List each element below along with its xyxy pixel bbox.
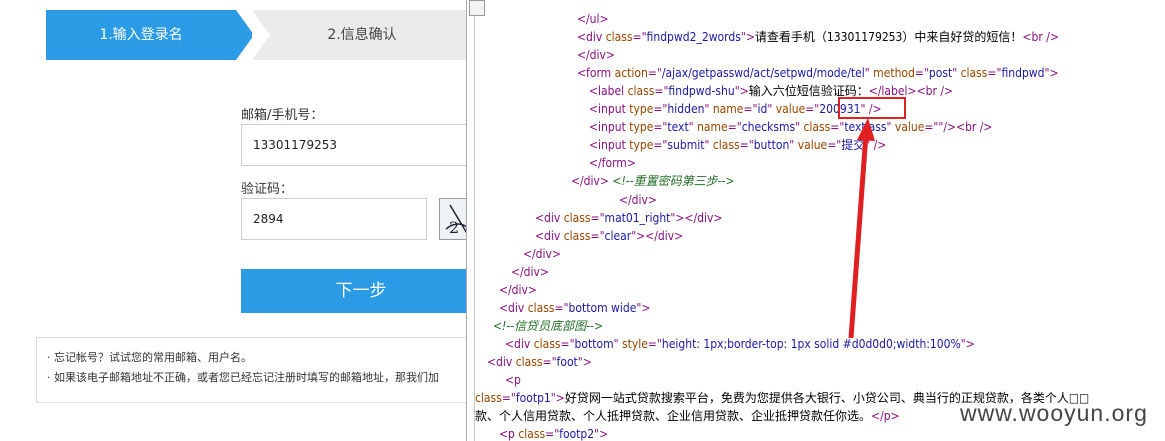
watermark: www.wooyun.org — [960, 400, 1148, 426]
red-arrow-icon — [848, 118, 875, 339]
